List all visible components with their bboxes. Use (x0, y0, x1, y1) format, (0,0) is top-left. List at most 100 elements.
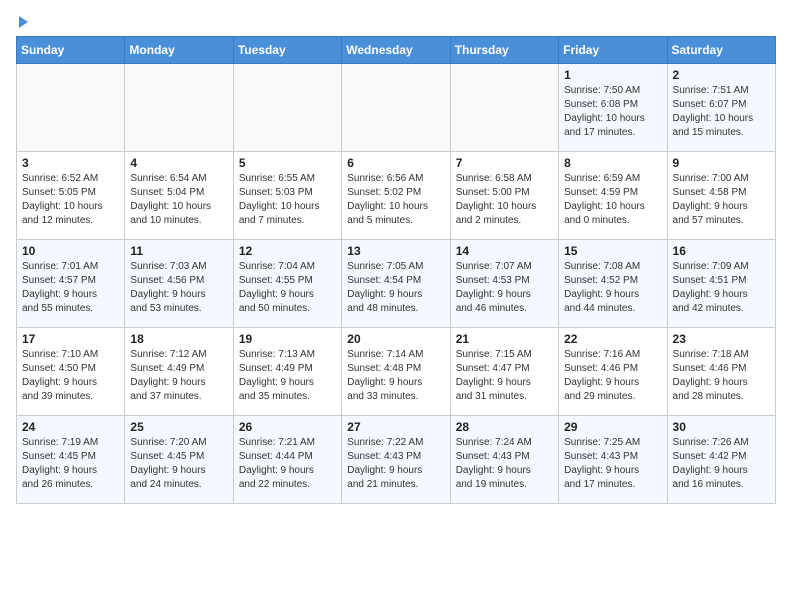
logo (16, 16, 28, 28)
calendar-cell (450, 64, 558, 152)
day-info: Sunrise: 7:26 AM Sunset: 4:42 PM Dayligh… (673, 436, 770, 492)
day-info: Sunrise: 7:08 AM Sunset: 4:52 PM Dayligh… (564, 260, 661, 316)
day-number: 20 (347, 332, 444, 346)
day-number: 18 (130, 332, 227, 346)
calendar-cell: 25 Sunrise: 7:20 AM Sunset: 4:45 PM Dayli… (125, 416, 233, 504)
calendar-cell: 27 Sunrise: 7:22 AM Sunset: 4:43 PM Dayli… (342, 416, 450, 504)
calendar-table: SundayMondayTuesdayWednesdayThursdayFrid… (16, 36, 776, 504)
calendar-cell: 7 Sunrise: 6:58 AM Sunset: 5:00 PM Daylig… (450, 152, 558, 240)
weekday-header-monday: Monday (125, 37, 233, 64)
day-info: Sunrise: 7:21 AM Sunset: 4:44 PM Dayligh… (239, 436, 336, 492)
day-info: Sunrise: 7:19 AM Sunset: 4:45 PM Dayligh… (22, 436, 119, 492)
calendar-cell: 4 Sunrise: 6:54 AM Sunset: 5:04 PM Daylig… (125, 152, 233, 240)
day-number: 30 (673, 420, 770, 434)
day-number: 26 (239, 420, 336, 434)
calendar-week-row: 24Sunrise: 7:19 AM Sunset: 4:45 PM Dayli… (17, 416, 776, 504)
day-number: 2 (673, 68, 770, 82)
day-number: 28 (456, 420, 553, 434)
calendar-cell (125, 64, 233, 152)
day-number: 22 (564, 332, 661, 346)
day-number: 12 (239, 244, 336, 258)
day-info: Sunrise: 7:18 AM Sunset: 4:46 PM Dayligh… (673, 348, 770, 404)
calendar-cell: 26 Sunrise: 7:21 AM Sunset: 4:44 PM Dayli… (233, 416, 341, 504)
day-number: 15 (564, 244, 661, 258)
calendar-cell: 10 Sunrise: 7:01 AM Sunset: 4:57 PM Dayli… (17, 240, 125, 328)
day-number: 13 (347, 244, 444, 258)
day-info: Sunrise: 7:22 AM Sunset: 4:43 PM Dayligh… (347, 436, 444, 492)
day-number: 8 (564, 156, 661, 170)
day-number: 5 (239, 156, 336, 170)
day-info: Sunrise: 6:55 AM Sunset: 5:03 PM Dayligh… (239, 172, 336, 228)
calendar-cell: 9 Sunrise: 7:00 AM Sunset: 4:58 PM Daylig… (667, 152, 775, 240)
day-info: Sunrise: 6:52 AM Sunset: 5:05 PM Dayligh… (22, 172, 119, 228)
calendar-week-row: 1 Sunrise: 7:50 AM Sunset: 6:08 PM Daylig… (17, 64, 776, 152)
day-info: Sunrise: 7:25 AM Sunset: 4:43 PM Dayligh… (564, 436, 661, 492)
day-info: Sunrise: 7:03 AM Sunset: 4:56 PM Dayligh… (130, 260, 227, 316)
day-info: Sunrise: 7:01 AM Sunset: 4:57 PM Dayligh… (22, 260, 119, 316)
calendar-header-row: SundayMondayTuesdayWednesdayThursdayFrid… (17, 37, 776, 64)
calendar-cell: 12 Sunrise: 7:04 AM Sunset: 4:55 PM Dayli… (233, 240, 341, 328)
calendar-cell: 20 Sunrise: 7:14 AM Sunset: 4:48 PM Dayli… (342, 328, 450, 416)
calendar-cell: 28 Sunrise: 7:24 AM Sunset: 4:43 PM Dayli… (450, 416, 558, 504)
calendar-cell: 2Sunrise: 7:51 AM Sunset: 6:07 PM Daylig… (667, 64, 775, 152)
weekday-header-wednesday: Wednesday (342, 37, 450, 64)
day-info: Sunrise: 7:12 AM Sunset: 4:49 PM Dayligh… (130, 348, 227, 404)
day-number: 19 (239, 332, 336, 346)
day-info: Sunrise: 7:04 AM Sunset: 4:55 PM Dayligh… (239, 260, 336, 316)
calendar-cell: 30 Sunrise: 7:26 AM Sunset: 4:42 PM Dayli… (667, 416, 775, 504)
calendar-cell: 22 Sunrise: 7:16 AM Sunset: 4:46 PM Dayli… (559, 328, 667, 416)
day-number: 9 (673, 156, 770, 170)
day-number: 3 (22, 156, 119, 170)
calendar-week-row: 3 Sunrise: 6:52 AM Sunset: 5:05 PM Daylig… (17, 152, 776, 240)
day-number: 1 (564, 68, 661, 82)
day-info: Sunrise: 7:07 AM Sunset: 4:53 PM Dayligh… (456, 260, 553, 316)
calendar-cell: 29 Sunrise: 7:25 AM Sunset: 4:43 PM Dayli… (559, 416, 667, 504)
calendar-cell (17, 64, 125, 152)
day-info: Sunrise: 6:58 AM Sunset: 5:00 PM Dayligh… (456, 172, 553, 228)
day-number: 25 (130, 420, 227, 434)
weekday-header-saturday: Saturday (667, 37, 775, 64)
weekday-header-thursday: Thursday (450, 37, 558, 64)
calendar-cell (342, 64, 450, 152)
weekday-header-tuesday: Tuesday (233, 37, 341, 64)
day-number: 21 (456, 332, 553, 346)
calendar-week-row: 10 Sunrise: 7:01 AM Sunset: 4:57 PM Dayli… (17, 240, 776, 328)
day-number: 29 (564, 420, 661, 434)
day-number: 14 (456, 244, 553, 258)
day-number: 23 (673, 332, 770, 346)
day-info: Sunrise: 7:14 AM Sunset: 4:48 PM Dayligh… (347, 348, 444, 404)
calendar-cell: 19 Sunrise: 7:13 AM Sunset: 4:49 PM Dayli… (233, 328, 341, 416)
weekday-header-friday: Friday (559, 37, 667, 64)
day-number: 11 (130, 244, 227, 258)
calendar-cell: 21 Sunrise: 7:15 AM Sunset: 4:47 PM Dayli… (450, 328, 558, 416)
calendar-cell: 15 Sunrise: 7:08 AM Sunset: 4:52 PM Dayli… (559, 240, 667, 328)
day-number: 7 (456, 156, 553, 170)
calendar-cell: 5 Sunrise: 6:55 AM Sunset: 5:03 PM Daylig… (233, 152, 341, 240)
day-info: Sunrise: 7:10 AM Sunset: 4:50 PM Dayligh… (22, 348, 119, 404)
day-info: Sunrise: 7:50 AM Sunset: 6:08 PM Dayligh… (564, 84, 661, 140)
day-info: Sunrise: 7:00 AM Sunset: 4:58 PM Dayligh… (673, 172, 770, 228)
day-info: Sunrise: 7:13 AM Sunset: 4:49 PM Dayligh… (239, 348, 336, 404)
day-number: 6 (347, 156, 444, 170)
calendar-cell: 16Sunrise: 7:09 AM Sunset: 4:51 PM Dayli… (667, 240, 775, 328)
calendar-cell: 18 Sunrise: 7:12 AM Sunset: 4:49 PM Dayli… (125, 328, 233, 416)
weekday-header-sunday: Sunday (17, 37, 125, 64)
day-info: Sunrise: 7:20 AM Sunset: 4:45 PM Dayligh… (130, 436, 227, 492)
calendar-cell: 3 Sunrise: 6:52 AM Sunset: 5:05 PM Daylig… (17, 152, 125, 240)
calendar-cell (233, 64, 341, 152)
day-number: 27 (347, 420, 444, 434)
calendar-cell: 23 Sunrise: 7:18 AM Sunset: 4:46 PM Dayli… (667, 328, 775, 416)
day-info: Sunrise: 7:16 AM Sunset: 4:46 PM Dayligh… (564, 348, 661, 404)
calendar-cell: 11 Sunrise: 7:03 AM Sunset: 4:56 PM Dayli… (125, 240, 233, 328)
day-info: Sunrise: 7:24 AM Sunset: 4:43 PM Dayligh… (456, 436, 553, 492)
day-info: Sunrise: 7:15 AM Sunset: 4:47 PM Dayligh… (456, 348, 553, 404)
calendar-cell: 1 Sunrise: 7:50 AM Sunset: 6:08 PM Daylig… (559, 64, 667, 152)
day-number: 10 (22, 244, 119, 258)
day-info: Sunrise: 7:09 AM Sunset: 4:51 PM Dayligh… (673, 260, 770, 316)
day-info: Sunrise: 6:59 AM Sunset: 4:59 PM Dayligh… (564, 172, 661, 228)
day-number: 4 (130, 156, 227, 170)
calendar-cell: 6Sunrise: 6:56 AM Sunset: 5:02 PM Daylig… (342, 152, 450, 240)
day-number: 17 (22, 332, 119, 346)
day-info: Sunrise: 6:54 AM Sunset: 5:04 PM Dayligh… (130, 172, 227, 228)
day-info: Sunrise: 7:05 AM Sunset: 4:54 PM Dayligh… (347, 260, 444, 316)
